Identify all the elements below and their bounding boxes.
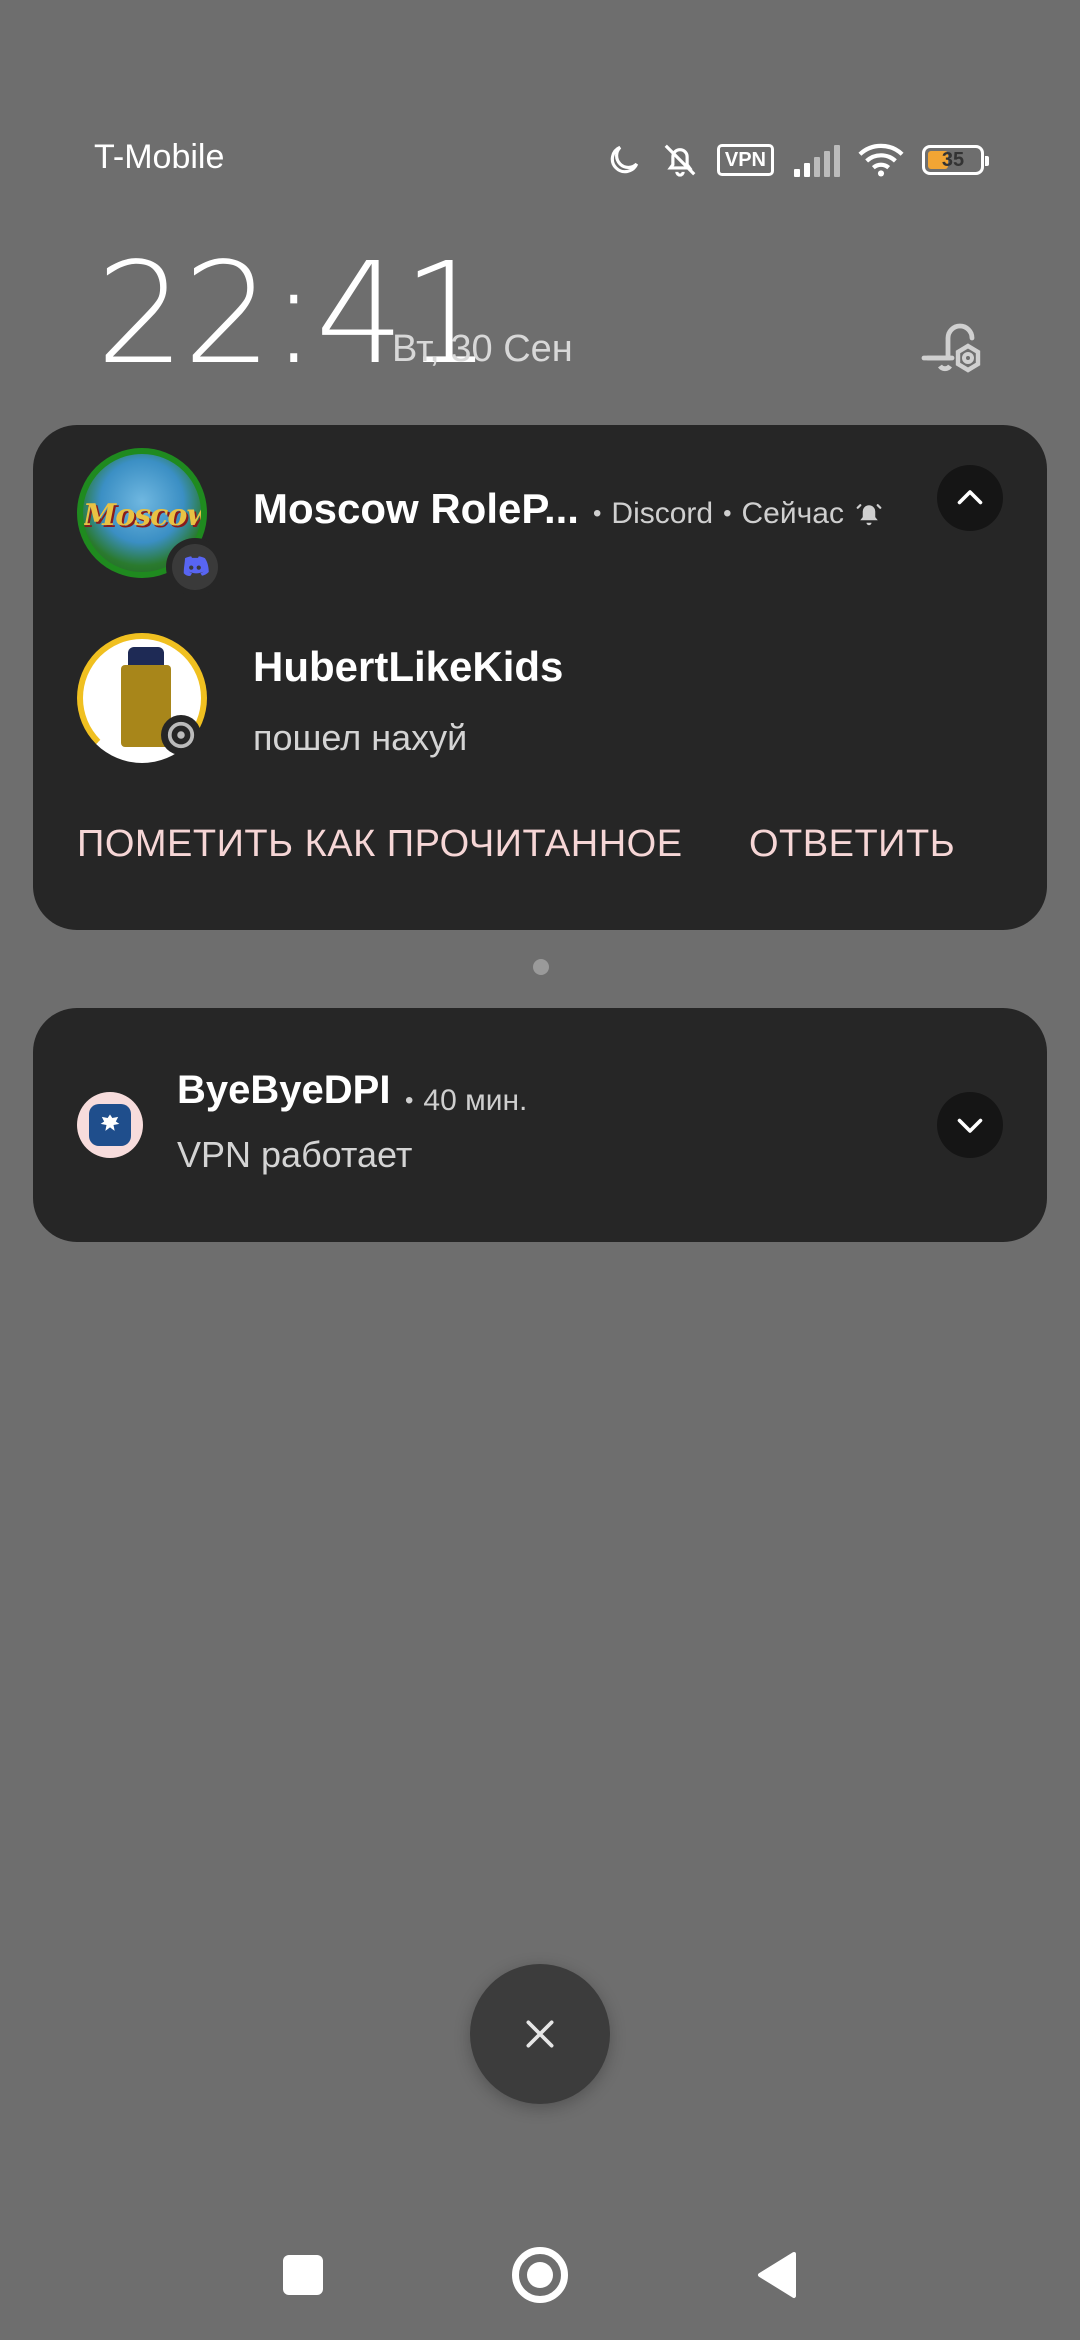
collapse-button[interactable] bbox=[937, 465, 1003, 531]
carrier-name: T-Mobile bbox=[94, 138, 225, 176]
expand-button[interactable] bbox=[937, 1092, 1003, 1158]
notification-meta: • 40 мин. bbox=[405, 1084, 528, 1117]
message-text: пошел нахуй bbox=[253, 717, 468, 758]
notification-title: Moscow RoleP... bbox=[253, 485, 579, 532]
notification-time: Сейчас bbox=[741, 497, 844, 530]
message-sender: HubertLikeKids bbox=[253, 643, 564, 690]
eagle-icon bbox=[100, 1114, 120, 1131]
home-button[interactable] bbox=[512, 2247, 568, 2303]
chevron-up-icon bbox=[957, 490, 983, 505]
moon-icon bbox=[610, 145, 638, 174]
mark-as-read-button[interactable]: ПОМЕТИТЬ КАК ПРОЧИТАННОЕ bbox=[77, 823, 683, 866]
status-icons: VPN 35 bbox=[605, 140, 989, 180]
clear-all-button[interactable] bbox=[470, 1964, 610, 2104]
notification-title: ByeByeDPI bbox=[177, 1068, 391, 1112]
byebyedpi-app-icon bbox=[77, 1092, 143, 1158]
status-bar: T-Mobile VPN 35 bbox=[0, 0, 1080, 177]
signal-icon bbox=[794, 145, 840, 177]
vpn-icon: VPN bbox=[716, 144, 774, 176]
sender-status-icon bbox=[161, 715, 201, 755]
notification-meta: • Discord • Сейчас bbox=[593, 497, 884, 531]
close-icon bbox=[526, 2020, 554, 2048]
lockscreen-date: Вт, 30 Сен bbox=[392, 328, 573, 370]
byebyedpi-notification-card[interactable]: ByeByeDPI • 40 мин. VPN работает bbox=[33, 1008, 1047, 1242]
notification-app-name: Discord bbox=[611, 497, 714, 530]
wifi-icon bbox=[858, 143, 904, 177]
notification-text: VPN работает bbox=[177, 1134, 413, 1175]
notification-settings-icon[interactable] bbox=[916, 310, 988, 382]
back-button[interactable] bbox=[754, 2250, 798, 2300]
reply-button[interactable]: ОТВЕТИТЬ bbox=[749, 823, 955, 866]
alert-bell-icon bbox=[856, 504, 882, 526]
battery-icon: 35 bbox=[922, 145, 989, 175]
discord-app-badge bbox=[166, 538, 224, 596]
bell-off-icon bbox=[664, 144, 696, 177]
notification-time: 40 мин. bbox=[423, 1084, 528, 1117]
discord-icon bbox=[183, 556, 209, 576]
server-avatar-text: Moscow bbox=[83, 498, 207, 533]
recents-button[interactable] bbox=[283, 2255, 323, 2295]
chevron-down-icon bbox=[957, 1118, 983, 1133]
discord-notification-card[interactable]: Moscow Moscow RoleP... • Discord • Сейча… bbox=[33, 425, 1047, 930]
pager-dot bbox=[533, 959, 549, 975]
battery-level: 35 bbox=[941, 148, 965, 171]
